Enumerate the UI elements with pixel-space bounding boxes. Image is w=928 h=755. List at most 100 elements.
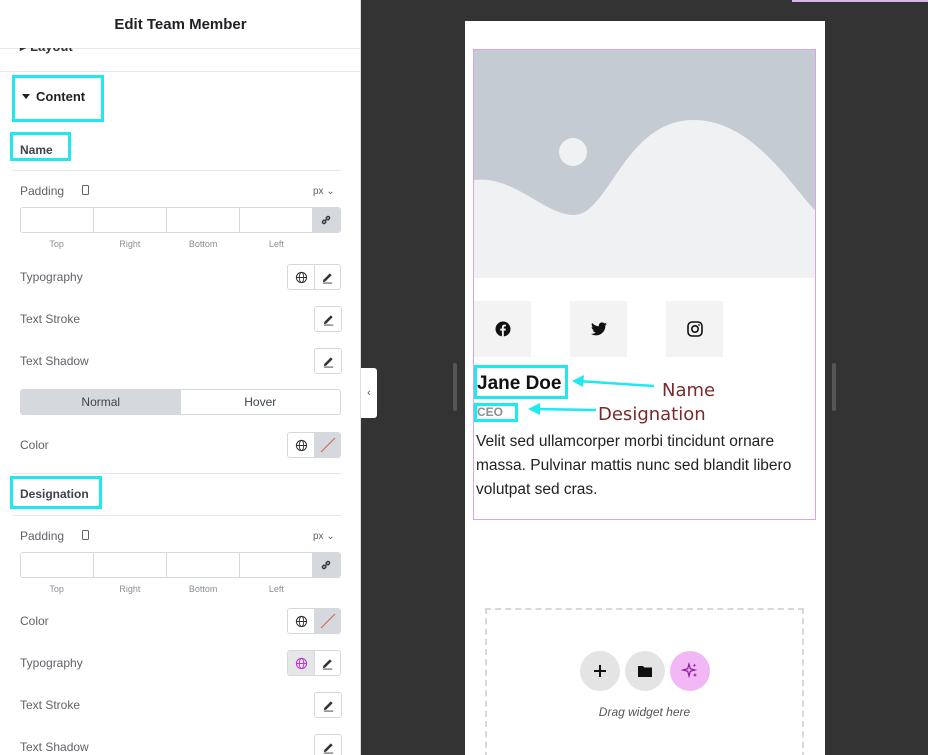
- padding-left-input[interactable]: [240, 208, 312, 232]
- twitter-link[interactable]: [570, 301, 627, 357]
- drop-zone[interactable]: Drag widget here: [485, 608, 804, 755]
- divider: [12, 473, 341, 474]
- pencil-icon: [323, 314, 333, 326]
- ai-button[interactable]: [670, 651, 710, 691]
- dim-label-left: Left: [268, 584, 284, 594]
- add-widget-button[interactable]: [580, 651, 620, 691]
- globe-icon: [295, 657, 307, 669]
- text-shadow-label: Text Shadow: [20, 354, 89, 368]
- typography-label: Typography: [20, 270, 83, 284]
- image-placeholder-icon: [474, 50, 815, 278]
- padding-bottom-input[interactable]: [167, 208, 240, 232]
- collapse-panel-button[interactable]: ‹: [361, 368, 377, 418]
- color-controls: [287, 432, 341, 458]
- text-shadow-control: [314, 348, 342, 374]
- responsive-mobile-icon[interactable]: [82, 530, 89, 540]
- link-values-button[interactable]: [312, 208, 340, 232]
- link-icon: [321, 215, 331, 225]
- member-description[interactable]: Velit sed ullamcorper morbi tincidunt or…: [476, 430, 812, 502]
- panel-title: Edit Team Member: [0, 0, 360, 48]
- text-stroke-control: [314, 692, 342, 718]
- link-values-button[interactable]: [312, 553, 340, 577]
- edit-text-shadow-button[interactable]: [315, 349, 341, 373]
- designation-heading: Designation: [20, 487, 89, 501]
- twitter-icon: [590, 322, 607, 336]
- color-swatch-empty[interactable]: [314, 433, 340, 457]
- text-shadow-control: [314, 734, 342, 755]
- instagram-link[interactable]: [666, 301, 723, 357]
- divider: [12, 170, 341, 171]
- facebook-icon: [495, 321, 510, 337]
- text-stroke-label: Text Stroke: [20, 312, 81, 326]
- padding-right-input[interactable]: [94, 208, 167, 232]
- designation-highlight: [474, 403, 518, 422]
- no-color-icon: [320, 437, 335, 453]
- dim-label-right: Right: [119, 239, 141, 249]
- tab-hover[interactable]: Hover: [181, 390, 341, 414]
- padding-right-input[interactable]: [94, 553, 167, 577]
- padding-bottom-input[interactable]: [167, 553, 240, 577]
- global-color-button[interactable]: [288, 609, 314, 633]
- edit-text-stroke-button[interactable]: [315, 307, 341, 331]
- facebook-link[interactable]: [474, 301, 531, 357]
- responsive-mobile-icon[interactable]: [82, 185, 89, 195]
- pencil-icon: [322, 658, 333, 670]
- unit-selector[interactable]: px ⌄: [313, 531, 335, 542]
- no-color-icon: [320, 613, 335, 629]
- pencil-icon: [323, 356, 333, 368]
- global-typography-button[interactable]: [288, 265, 314, 289]
- dim-label-bottom: Bottom: [188, 584, 218, 594]
- padding-label: Padding: [20, 529, 65, 543]
- globe-icon: [295, 271, 307, 283]
- dim-label-bottom: Bottom: [188, 239, 218, 249]
- dim-label-right: Right: [119, 584, 141, 594]
- folder-icon: [638, 666, 652, 677]
- divider: [0, 71, 360, 72]
- global-color-button[interactable]: [288, 433, 314, 457]
- padding-label: Padding: [20, 184, 65, 198]
- global-typography-button-active[interactable]: [288, 651, 314, 675]
- resize-handle-right[interactable]: [832, 363, 836, 411]
- typography-controls: [287, 650, 341, 676]
- tab-normal[interactable]: Normal: [21, 390, 181, 414]
- templates-button[interactable]: [625, 651, 665, 691]
- color-label: Color: [20, 614, 49, 628]
- top-accent-bar: [792, 0, 928, 2]
- annotation-designation: Designation: [598, 404, 706, 425]
- name-heading: Name: [20, 143, 53, 157]
- edit-panel: Edit Team Member ▸ Layout Content Name P…: [0, 0, 361, 755]
- text-stroke-control: [314, 306, 342, 332]
- dim-label-top: Top: [49, 584, 64, 594]
- resize-handle-left[interactable]: [453, 363, 457, 411]
- globe-icon: [295, 615, 307, 627]
- plus-icon: [594, 665, 606, 677]
- edit-typography-button[interactable]: [314, 265, 340, 289]
- color-controls: [287, 608, 341, 634]
- editor-app: Edit Team Member ▸ Layout Content Name P…: [0, 0, 928, 755]
- padding-top-input[interactable]: [21, 553, 94, 577]
- text-stroke-label: Text Stroke: [20, 698, 81, 712]
- image-placeholder: [474, 50, 815, 278]
- edit-text-shadow-button[interactable]: [315, 735, 341, 755]
- team-member-widget[interactable]: Jane Doe CEO Velit sed ullamcorper morbi…: [473, 49, 816, 520]
- text-shadow-label: Text Shadow: [20, 740, 89, 754]
- pencil-icon: [322, 272, 333, 284]
- padding-dimensions: [20, 552, 341, 578]
- instagram-icon: [686, 321, 703, 337]
- dim-label-left: Left: [268, 239, 284, 249]
- edit-typography-button[interactable]: [314, 651, 340, 675]
- globe-icon: [295, 439, 307, 451]
- color-swatch-empty[interactable]: [314, 609, 340, 633]
- padding-left-input[interactable]: [240, 553, 312, 577]
- chevron-left-icon: ‹: [367, 387, 371, 399]
- unit-selector[interactable]: px ⌄: [313, 186, 335, 197]
- caret-down-icon: [22, 94, 30, 99]
- padding-dim-labels: Top Right Bottom Left: [20, 584, 313, 594]
- link-icon: [321, 560, 331, 570]
- content-label: Content: [36, 89, 86, 104]
- edit-text-stroke-button[interactable]: [315, 693, 341, 717]
- content-section-toggle[interactable]: Content: [22, 89, 85, 104]
- padding-top-input[interactable]: [21, 208, 94, 232]
- color-label: Color: [20, 438, 49, 452]
- typography-controls: [287, 264, 341, 290]
